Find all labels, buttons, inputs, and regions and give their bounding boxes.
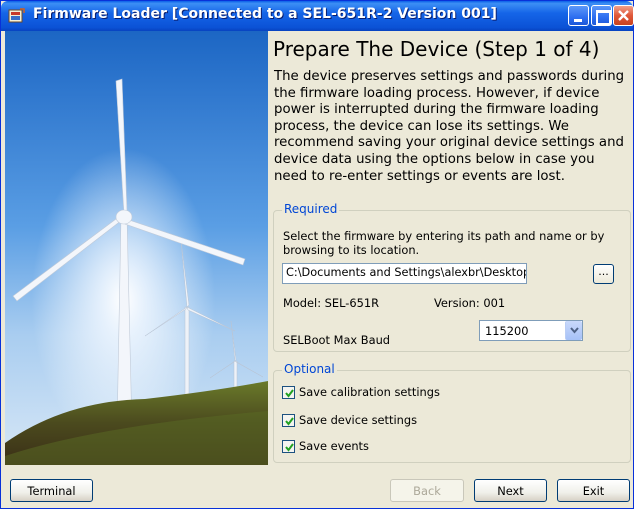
chevron-down-icon bbox=[570, 327, 579, 334]
optional-legend: Optional bbox=[282, 362, 337, 376]
close-icon bbox=[618, 10, 629, 21]
required-group: Required Select the firmware by entering… bbox=[273, 202, 631, 352]
baud-label: SELBoot Max Baud bbox=[283, 333, 391, 347]
dropdown-arrow[interactable] bbox=[565, 321, 582, 340]
checkmark-icon bbox=[285, 442, 294, 452]
firmware-path-input[interactable]: C:\Documents and Settings\alexbr\Desktop… bbox=[282, 263, 527, 284]
save-events-row[interactable]: Save events bbox=[282, 438, 369, 454]
maximize-button[interactable] bbox=[591, 5, 612, 26]
baud-value: 115200 bbox=[485, 324, 529, 338]
browse-button[interactable]: ... bbox=[593, 264, 614, 284]
next-button[interactable]: Next bbox=[474, 479, 547, 502]
required-legend: Required bbox=[282, 202, 340, 216]
wind-turbine-image bbox=[5, 31, 268, 465]
firmware-loader-window: Firmware Loader [Connected to a SEL-651R… bbox=[0, 0, 634, 509]
page-title: Prepare The Device (Step 1 of 4) bbox=[273, 37, 600, 61]
checkmark-icon bbox=[285, 416, 294, 426]
minimize-button[interactable] bbox=[568, 5, 589, 26]
close-button[interactable] bbox=[613, 5, 634, 26]
window-title: Firmware Loader [Connected to a SEL-651R… bbox=[33, 6, 497, 22]
save-calibration-checkbox[interactable] bbox=[282, 385, 295, 399]
exit-button[interactable]: Exit bbox=[557, 479, 630, 502]
back-button[interactable]: Back bbox=[390, 479, 464, 502]
intro-text: The device preserves settings and passwo… bbox=[274, 69, 625, 184]
save-events-checkbox[interactable] bbox=[282, 439, 295, 453]
save-calibration-label: Save calibration settings bbox=[299, 385, 440, 399]
baud-select[interactable]: 115200 bbox=[479, 320, 583, 341]
save-device-settings-checkbox[interactable] bbox=[282, 413, 295, 427]
terminal-button[interactable]: Terminal bbox=[10, 479, 93, 502]
checkmark-icon bbox=[285, 388, 294, 398]
save-device-settings-label: Save device settings bbox=[299, 413, 418, 427]
save-calibration-row[interactable]: Save calibration settings bbox=[282, 384, 440, 400]
optional-group: Optional Save calibration settings Save … bbox=[273, 362, 631, 463]
required-description: Select the firmware by entering its path… bbox=[283, 229, 605, 257]
save-events-label: Save events bbox=[299, 439, 369, 453]
model-label: Model: SEL-651R bbox=[283, 296, 379, 310]
title-bar[interactable]: Firmware Loader [Connected to a SEL-651R… bbox=[1, 1, 634, 31]
save-device-settings-row[interactable]: Save device settings bbox=[282, 412, 417, 428]
version-label: Version: 001 bbox=[434, 296, 506, 310]
app-icon bbox=[8, 8, 25, 23]
